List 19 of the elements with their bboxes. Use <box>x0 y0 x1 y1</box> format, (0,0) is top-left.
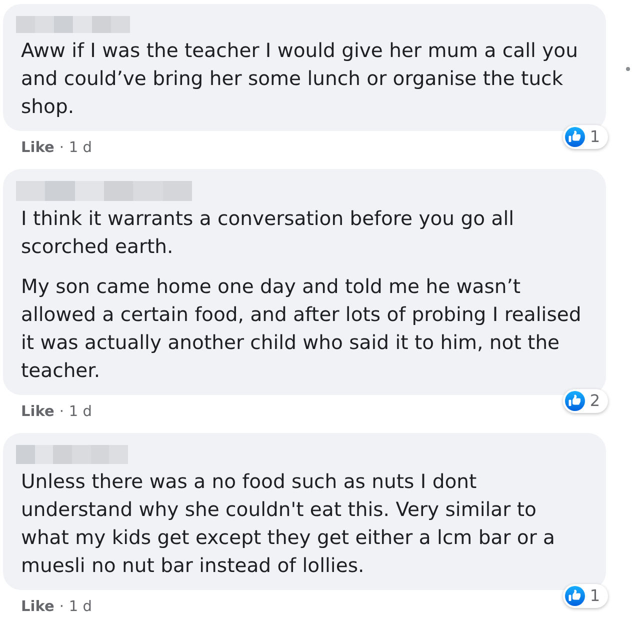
thumbs-up-icon <box>564 127 585 147</box>
like-link[interactable]: Like <box>21 402 54 422</box>
thumbs-up-icon <box>564 586 585 606</box>
comment-text: I think it warrants a conversation before you go all scorched earth. <box>21 206 516 260</box>
separator-dot: · <box>59 598 64 617</box>
timestamp: 1 d <box>68 598 92 617</box>
reaction-count-button[interactable]: 1 <box>562 125 608 149</box>
comment-text: My son came home one day and told me he wasn’t allowed a certain food, and after lots of probing I realised it was actually another child who said it to him, not the teacher. <box>21 274 582 384</box>
timestamp: 1 d <box>68 403 92 422</box>
reaction-count-button[interactable]: 2 <box>562 389 608 413</box>
like-link[interactable]: Like <box>21 597 54 617</box>
like-link[interactable]: Like <box>21 138 54 158</box>
timestamp: 1 d <box>68 139 92 158</box>
comment-text: Aww if I was the teacher I would give her mum a call you and could’ve bring her some lunch or organise the tuck shop. <box>21 38 579 120</box>
separator-dot: · <box>59 403 64 422</box>
reaction-count-button[interactable]: 1 <box>562 584 608 608</box>
comment-text: Unless there was a no food such as nuts I dont understand why she couldn't eat this. Very similar to what my kids get except they get either a lcm bar or a muesli no nut bar instead of lollies. <box>21 469 556 579</box>
separator-dot: · <box>59 139 64 158</box>
thumbs-up-icon <box>564 391 585 411</box>
